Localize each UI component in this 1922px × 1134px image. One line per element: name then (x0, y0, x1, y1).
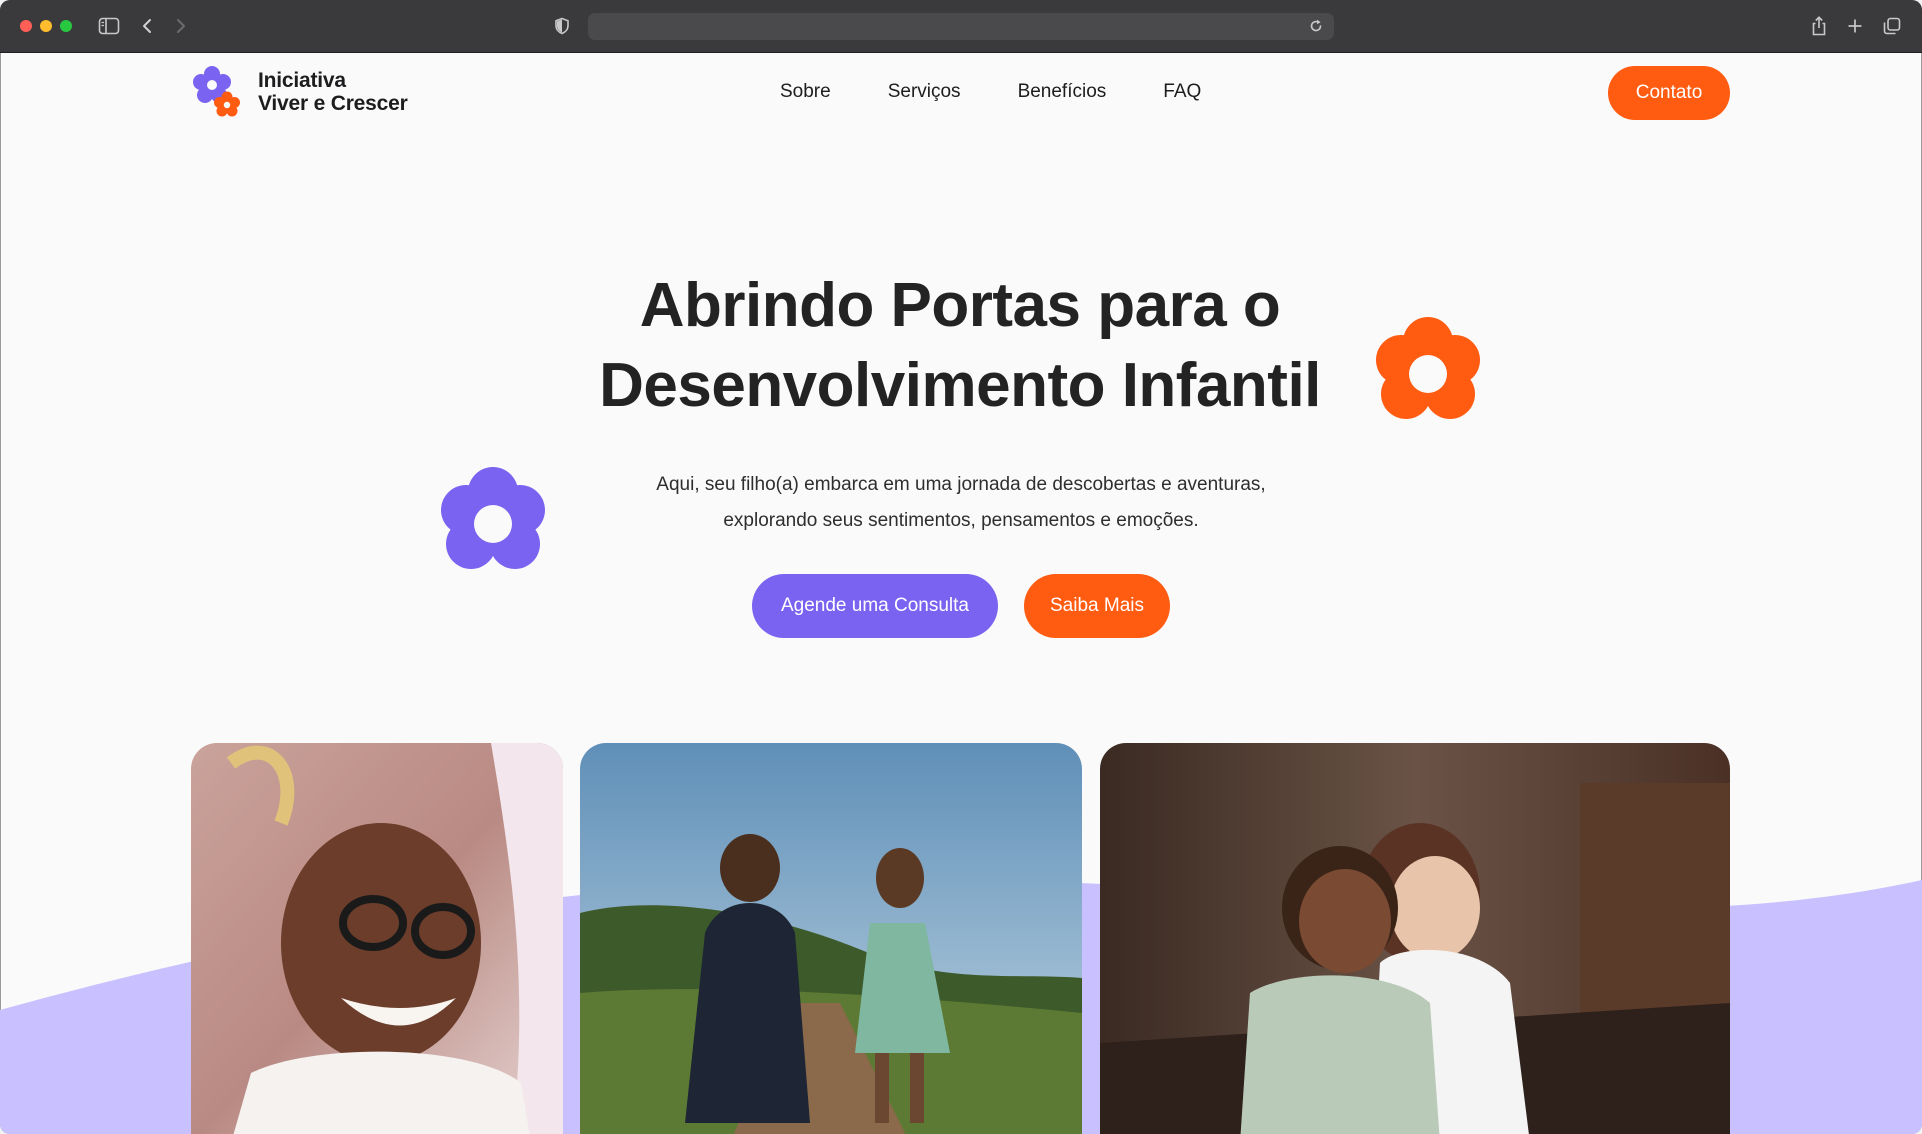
schedule-consultation-button[interactable]: Agende uma Consulta (752, 574, 998, 638)
brand-line1: Iniciativa (258, 69, 346, 92)
close-window-button[interactable] (20, 20, 32, 32)
browser-toolbar (0, 0, 1922, 53)
nav-item-beneficios[interactable]: Benefícios (1018, 81, 1107, 103)
flower-logo-icon (193, 66, 240, 117)
flower-icon (441, 467, 545, 569)
hero-title: Abrindo Portas para o Desenvolvimento In… (599, 271, 1321, 420)
learn-more-button[interactable]: Saiba Mais (1024, 574, 1170, 638)
hero-description: Aqui, seu filho(a) embarca em uma jornad… (656, 474, 1266, 531)
share-icon[interactable] (1810, 12, 1828, 40)
new-tab-icon[interactable] (1846, 12, 1864, 40)
site-header: Iniciativa Viver e Crescer Sobre Serviço… (0, 53, 1922, 133)
minimize-window-button[interactable] (40, 20, 52, 32)
brand-name: Iniciativa Viver e Crescer (258, 69, 408, 115)
main-nav: Sobre Serviços Benefícios FAQ (780, 81, 1258, 103)
reload-icon[interactable] (1308, 18, 1324, 39)
sidebar-icon[interactable] (98, 12, 120, 40)
back-icon[interactable] (140, 12, 154, 40)
nav-item-sobre[interactable]: Sobre (780, 81, 831, 103)
photo-children-hugging (1100, 743, 1730, 1134)
address-bar[interactable] (588, 13, 1334, 40)
flower-icon (1376, 317, 1480, 419)
browser-window: Iniciativa Viver e Crescer Sobre Serviço… (0, 0, 1922, 1134)
logo[interactable]: Iniciativa Viver e Crescer (188, 63, 408, 121)
contact-button[interactable]: Contato (1608, 66, 1730, 120)
shield-icon[interactable] (554, 12, 570, 40)
nav-item-servicos[interactable]: Serviços (888, 81, 961, 103)
zoom-window-button[interactable] (60, 20, 72, 32)
forward-icon[interactable] (174, 12, 188, 40)
photo-child-glasses (191, 743, 563, 1134)
tabs-icon[interactable] (1882, 12, 1902, 40)
brand-line2: Viver e Crescer (258, 92, 408, 115)
nav-item-faq[interactable]: FAQ (1163, 81, 1201, 103)
photo-girls-walking (580, 743, 1082, 1134)
